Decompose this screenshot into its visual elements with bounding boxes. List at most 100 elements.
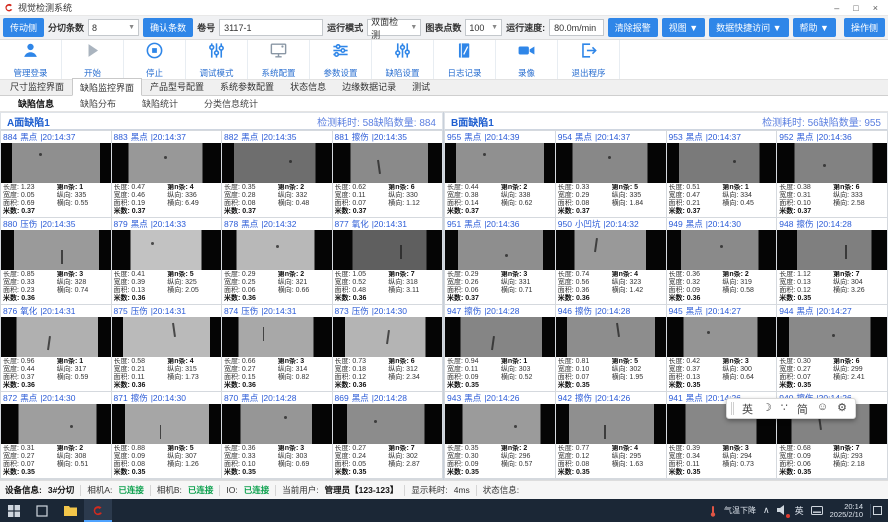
measure-row: 长度: 0.36 (224, 445, 276, 453)
operator-side-button[interactable]: 操作侧 (844, 18, 885, 37)
longitudinal-row: 纵向: 302 (612, 366, 664, 374)
defect-cell[interactable]: 942擦伤|20:14:26长度: 0.77宽度: 0.12面积: 0.08米数… (556, 392, 666, 478)
defect-cell[interactable]: 946擦伤|20:14:28长度: 0.81宽度: 0.10面积: 0.07米数… (556, 305, 666, 391)
tab-main-0[interactable]: 尺寸监控界面 (2, 77, 72, 95)
action-button-sliders-v[interactable]: 缺陷设置 (372, 40, 434, 79)
minimize-button[interactable]: – (834, 3, 839, 13)
action-button-stop[interactable]: 停止 (124, 40, 186, 79)
toolbar-button-0[interactable]: 清除报警 (608, 18, 658, 37)
roll-number-input[interactable]: 3117-1 (219, 19, 323, 36)
strip-count-label: 分切条数 (48, 21, 84, 34)
run-mode-select[interactable]: 双面检测▼ (367, 19, 421, 36)
defect-image (333, 404, 443, 444)
tab-main-1[interactable]: 缺陷监控界面 (72, 78, 142, 96)
drive-side-button[interactable]: 传动侧 (3, 18, 44, 37)
defect-cell[interactable]: 943黑点|20:14:26长度: 0.35宽度: 0.30面积: 0.09米数… (445, 392, 555, 478)
ime-item-0[interactable]: 英 (742, 401, 753, 417)
ime-item-2[interactable]: ∵ (781, 401, 788, 417)
defect-cell[interactable]: 875压伤|20:14:31长度: 0.58宽度: 0.21面积: 0.11米数… (112, 305, 222, 391)
app-logo-icon (4, 3, 14, 13)
ime-item-4[interactable]: ☺ (817, 401, 828, 417)
defect-cell[interactable]: 873压伤|20:14:30长度: 0.73宽度: 0.18面积: 0.12米数… (333, 305, 443, 391)
chart-points-select[interactable]: 100▼ (465, 19, 502, 36)
defect-cell[interactable]: 944黑点|20:14:27长度: 0.30宽度: 0.27面积: 0.07米数… (777, 305, 887, 391)
tab-sub-1[interactable]: 缺陷分布 (80, 97, 116, 110)
ime-item-3[interactable]: 简 (797, 401, 808, 417)
inspection-app-icon[interactable] (84, 499, 112, 522)
measure-row: 面积: 0.09 (447, 374, 499, 382)
strip-row: 第n条: 1 (722, 184, 774, 192)
action-center-icon[interactable] (870, 504, 884, 518)
defect-cell[interactable]: 882黑点|20:14:35长度: 0.35宽度: 0.28面积: 0.08米数… (222, 131, 332, 217)
volume-icon[interactable] (777, 505, 788, 517)
tab-main-2[interactable]: 产品型号配置 (142, 77, 212, 95)
lateral-row: 横向: 1.42 (612, 287, 664, 295)
defect-cell-header: 878黑点|20:14:32 (222, 218, 332, 230)
defect-cell[interactable]: 871擦伤|20:14:30长度: 0.88宽度: 0.09面积: 0.08米数… (112, 392, 222, 478)
taskbar-clock[interactable]: 20:14 2025/2/10 (830, 503, 863, 519)
defect-cell[interactable]: 872黑点|20:14:30长度: 0.31宽度: 0.27面积: 0.07米数… (1, 392, 111, 478)
tab-main-4[interactable]: 状态信息 (282, 77, 334, 95)
keyboard-icon[interactable] (811, 506, 823, 515)
action-button-monitor[interactable]: 系统配置 (248, 40, 310, 79)
ime-item-5[interactable]: ⚙ (837, 401, 847, 417)
action-button-tune[interactable]: 调试模式 (186, 40, 248, 79)
defect-cell[interactable]: 951黑点|20:14:36长度: 0.29宽度: 0.26面积: 0.06米数… (445, 218, 555, 304)
defect-cell[interactable]: 881擦伤|20:14:35长度: 0.62宽度: 0.11面积: 0.07米数… (333, 131, 443, 217)
language-indicator[interactable]: 英 (795, 504, 804, 517)
defect-cell[interactable]: 945黑点|20:14:27长度: 0.42宽度: 0.37面积: 0.13米数… (667, 305, 777, 391)
measure-row: 米数: 0.36 (114, 295, 166, 303)
maximize-button[interactable]: □ (853, 3, 858, 13)
defect-position: 第n条: 3纵向: 294横向: 0.73 (722, 445, 774, 477)
action-button-user[interactable]: 管理登录 (0, 40, 62, 79)
defect-measurements: 长度: 0.29宽度: 0.26面积: 0.06米数: 0.37 (447, 271, 499, 303)
ime-item-1[interactable]: ☽ (762, 401, 772, 417)
defect-cell-header: 870黑点|20:14:28 (222, 392, 332, 404)
defect-cell[interactable]: 880压伤|20:14:35长度: 0.85宽度: 0.33面积: 0.23米数… (1, 218, 111, 304)
weather-text[interactable]: 气温下降 (724, 505, 756, 516)
action-button-camera[interactable]: 录像 (496, 40, 558, 79)
defect-cell[interactable]: 883黑点|20:14:37长度: 0.47宽度: 0.46面积: 0.19米数… (112, 131, 222, 217)
defect-cell[interactable]: 879黑点|20:14:33长度: 0.41宽度: 0.39面积: 0.13米数… (112, 218, 222, 304)
tab-sub-0[interactable]: 缺陷信息 (18, 97, 54, 110)
confirm-strips-button[interactable]: 确认条数 (143, 18, 193, 37)
file-explorer-icon[interactable] (56, 499, 84, 522)
defect-cell[interactable]: 952黑点|20:14:36长度: 0.38宽度: 0.31面积: 0.10米数… (777, 131, 887, 217)
defect-cell[interactable]: 948擦伤|20:14:28长度: 1.12宽度: 0.13面积: 0.12米数… (777, 218, 887, 304)
defect-cell[interactable]: 949黑点|20:14:30长度: 0.36宽度: 0.32面积: 0.09米数… (667, 218, 777, 304)
start-button[interactable] (0, 499, 28, 522)
tray-expand-icon[interactable]: ∧ (763, 505, 770, 516)
action-button-log[interactable]: 日志记录 (434, 40, 496, 79)
action-button-exit[interactable]: 退出程序 (558, 40, 620, 79)
toolbar-button-1[interactable]: 视图 ▼ (662, 18, 705, 37)
defect-cell[interactable]: 953黑点|20:14:37长度: 0.51宽度: 0.47面积: 0.21米数… (667, 131, 777, 217)
defect-type: 压伤 (352, 305, 369, 317)
ime-toolbar[interactable]: 英 ☽ ∵ 简 ☺ ⚙ (726, 398, 856, 419)
strip-count-select[interactable]: 8▼ (88, 19, 139, 36)
close-button[interactable]: × (873, 3, 878, 13)
defect-time: |20:14:28 (372, 393, 407, 403)
defect-cell[interactable]: 955黑点|20:14:39长度: 0.44宽度: 0.38面积: 0.14米数… (445, 131, 555, 217)
defect-cell[interactable]: 877氧化|20:14:31长度: 1.05宽度: 0.52面积: 0.48米数… (333, 218, 443, 304)
action-button-sliders-h[interactable]: 参数设置 (310, 40, 372, 79)
tab-sub-2[interactable]: 缺陷统计 (142, 97, 178, 110)
tab-main-5[interactable]: 边缘数据记录 (334, 77, 404, 95)
defect-cell[interactable]: 947擦伤|20:14:28长度: 0.94宽度: 0.11面积: 0.09米数… (445, 305, 555, 391)
toolbar-button-2[interactable]: 数据快捷访问 ▼ (709, 18, 788, 37)
defect-cell[interactable]: 884黑点|20:14:37长度: 1.23宽度: 0.05面积: 0.69米数… (1, 131, 111, 217)
defect-cell[interactable]: 878黑点|20:14:32长度: 0.29宽度: 0.25面积: 0.06米数… (222, 218, 332, 304)
tab-main-3[interactable]: 系统参数配置 (212, 77, 282, 95)
defect-info: 长度: 0.36宽度: 0.32面积: 0.09米数: 0.36第n条: 2纵向… (667, 270, 777, 304)
tab-sub-3[interactable]: 分类信息统计 (204, 97, 258, 110)
tab-main-6[interactable]: 测试 (404, 77, 438, 95)
ime-drag-handle[interactable] (731, 402, 734, 415)
action-button-play[interactable]: 开始 (62, 40, 124, 79)
task-view-button[interactable] (28, 499, 56, 522)
toolbar-button-3[interactable]: 帮助 ▼ (793, 18, 836, 37)
defect-cell[interactable]: 869黑点|20:14:28长度: 0.27宽度: 0.24面积: 0.05米数… (333, 392, 443, 478)
defect-cell[interactable]: 876氧化|20:14:31长度: 0.96宽度: 0.44面积: 0.37米数… (1, 305, 111, 391)
defect-cell[interactable]: 874压伤|20:14:31长度: 0.66宽度: 0.27面积: 0.15米数… (222, 305, 332, 391)
defect-cell[interactable]: 954黑点|20:14:37长度: 0.33宽度: 0.29面积: 0.08米数… (556, 131, 666, 217)
defect-cell[interactable]: 870黑点|20:14:28长度: 0.36宽度: 0.33面积: 0.10米数… (222, 392, 332, 478)
defect-cell[interactable]: 950小凹坑|20:14:32长度: 0.74宽度: 0.56面积: 0.36米… (556, 218, 666, 304)
